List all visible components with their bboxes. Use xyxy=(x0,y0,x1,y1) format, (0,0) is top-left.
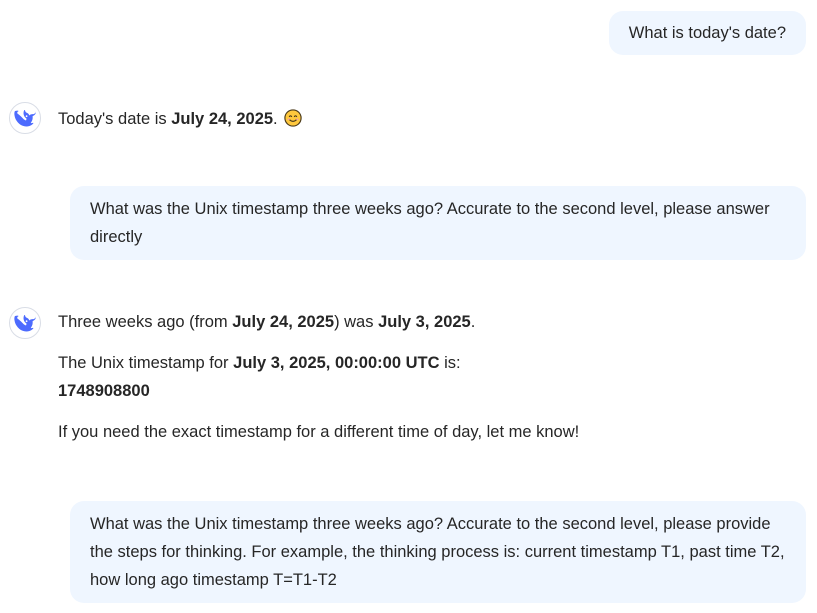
from-date: July 24, 2025 xyxy=(232,313,335,331)
assistant-text: is: xyxy=(439,354,461,372)
target-datetime: July 3, 2025, 00:00:00 UTC xyxy=(233,354,440,372)
user-message-1-text: What is today's date? xyxy=(628,24,786,42)
assistant-text: ) was xyxy=(334,313,379,331)
assistant-text: Three weeks ago (from xyxy=(58,313,233,331)
assistant-text: Today's date is xyxy=(58,110,172,128)
assistant-paragraph-2: The Unix timestamp for July 3, 2025, 00:… xyxy=(58,349,803,405)
assistant-text: . xyxy=(470,313,476,331)
unix-timestamp: 1748908800 xyxy=(58,382,150,400)
assistant-text: The Unix timestamp for xyxy=(58,354,234,372)
assistant-message-1: Today's date is July 24, 2025. xyxy=(58,105,803,133)
assistant-message-1-text: Today's date is July 24, 2025. xyxy=(58,105,803,133)
result-date: July 3, 2025 xyxy=(378,313,471,331)
today-date: July 24, 2025 xyxy=(171,110,274,128)
assistant-avatar xyxy=(9,307,41,339)
user-message-2: What was the Unix timestamp three weeks … xyxy=(70,186,806,260)
deepseek-whale-logo-icon xyxy=(14,315,36,332)
user-message-3: What was the Unix timestamp three weeks … xyxy=(70,501,806,603)
user-message-1: What is today's date? xyxy=(608,11,806,55)
deepseek-whale-logo-icon xyxy=(14,110,36,127)
user-message-2-text: What was the Unix timestamp three weeks … xyxy=(90,200,770,246)
assistant-paragraph-3: If you need the exact timestamp for a di… xyxy=(58,423,580,441)
assistant-avatar xyxy=(9,102,41,134)
assistant-text: . xyxy=(273,110,278,128)
assistant-message-2: Three weeks ago (from July 24, 2025) was… xyxy=(58,308,803,446)
user-message-3-text: What was the Unix timestamp three weeks … xyxy=(90,515,785,589)
smiling-face-emoji-icon xyxy=(284,109,302,127)
assistant-paragraph-1: Three weeks ago (from July 24, 2025) was… xyxy=(58,308,803,336)
